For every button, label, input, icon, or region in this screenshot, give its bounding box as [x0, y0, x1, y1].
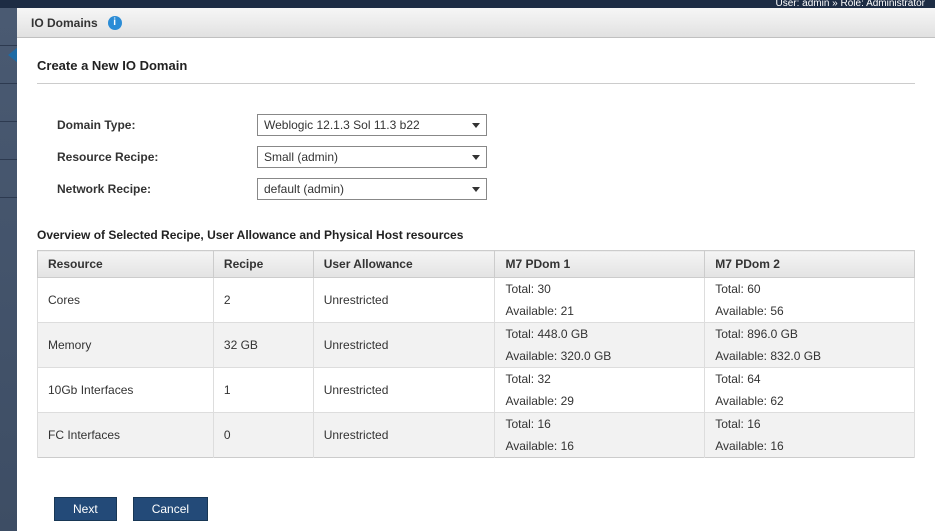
resource-recipe-value: Small (admin): [264, 150, 338, 164]
cell-pdom2-avail: Available: 62: [705, 390, 915, 413]
cancel-button[interactable]: Cancel: [133, 497, 208, 521]
cell-recipe: 2: [213, 278, 313, 323]
table-row: Cores2UnrestrictedTotal: 30Total: 60: [38, 278, 915, 301]
cell-pdom2-total: Total: 16: [705, 413, 915, 436]
page-title: Create a New IO Domain: [37, 58, 915, 84]
cell-recipe: 0: [213, 413, 313, 458]
domain-type-label: Domain Type:: [57, 118, 257, 132]
resource-recipe-label: Resource Recipe:: [57, 150, 257, 164]
cell-resource: Cores: [38, 278, 214, 323]
table-row: Memory32 GBUnrestrictedTotal: 448.0 GBTo…: [38, 323, 915, 346]
network-recipe-label: Network Recipe:: [57, 182, 257, 196]
domain-type-select[interactable]: Weblogic 12.1.3 Sol 11.3 b22: [257, 114, 487, 136]
cell-allowance: Unrestricted: [313, 413, 495, 458]
top-bar-user: User: admin » Role: Administrator: [775, 0, 925, 8]
top-bar: User: admin » Role: Administrator: [0, 0, 935, 8]
domain-type-row: Domain Type: Weblogic 12.1.3 Sol 11.3 b2…: [57, 114, 915, 136]
info-icon[interactable]: i: [108, 16, 122, 30]
next-button[interactable]: Next: [54, 497, 117, 521]
cell-resource: 10Gb Interfaces: [38, 368, 214, 413]
cell-recipe: 32 GB: [213, 323, 313, 368]
overview-header-row: Resource Recipe User Allowance M7 PDom 1…: [38, 251, 915, 278]
network-recipe-select[interactable]: default (admin): [257, 178, 487, 200]
chevron-down-icon: [472, 187, 480, 192]
cell-pdom2-avail: Available: 832.0 GB: [705, 345, 915, 368]
cell-resource: Memory: [38, 323, 214, 368]
left-nav: [0, 8, 17, 531]
col-recipe: Recipe: [213, 251, 313, 278]
left-nav-item[interactable]: [0, 160, 17, 198]
page-header: IO Domains i: [17, 8, 935, 38]
cell-resource: FC Interfaces: [38, 413, 214, 458]
chevron-down-icon: [472, 155, 480, 160]
table-row: 10Gb Interfaces1UnrestrictedTotal: 32Tot…: [38, 368, 915, 391]
network-recipe-row: Network Recipe: default (admin): [57, 178, 915, 200]
table-row: FC Interfaces0UnrestrictedTotal: 16Total…: [38, 413, 915, 436]
cell-allowance: Unrestricted: [313, 278, 495, 323]
content-area: Create a New IO Domain Domain Type: Webl…: [17, 38, 935, 531]
network-recipe-value: default (admin): [264, 182, 344, 196]
left-nav-item[interactable]: [0, 8, 17, 46]
overview-body: Cores2UnrestrictedTotal: 30Total: 60Avai…: [38, 278, 915, 458]
overview-table: Resource Recipe User Allowance M7 PDom 1…: [37, 250, 915, 458]
col-pdom1: M7 PDom 1: [495, 251, 705, 278]
page-header-title: IO Domains: [31, 16, 98, 30]
cell-pdom1-total: Total: 448.0 GB: [495, 323, 705, 346]
form: Domain Type: Weblogic 12.1.3 Sol 11.3 b2…: [37, 114, 915, 200]
left-nav-item[interactable]: [0, 84, 17, 122]
cell-pdom2-avail: Available: 56: [705, 300, 915, 323]
domain-type-value: Weblogic 12.1.3 Sol 11.3 b22: [264, 118, 420, 132]
cell-pdom2-total: Total: 896.0 GB: [705, 323, 915, 346]
col-pdom2: M7 PDom 2: [705, 251, 915, 278]
cell-allowance: Unrestricted: [313, 323, 495, 368]
cell-pdom1-avail: Available: 29: [495, 390, 705, 413]
cell-pdom1-total: Total: 30: [495, 278, 705, 301]
cell-pdom1-avail: Available: 21: [495, 300, 705, 323]
resource-recipe-select[interactable]: Small (admin): [257, 146, 487, 168]
cell-pdom1-total: Total: 16: [495, 413, 705, 436]
cell-recipe: 1: [213, 368, 313, 413]
resource-recipe-row: Resource Recipe: Small (admin): [57, 146, 915, 168]
cell-pdom1-avail: Available: 16: [495, 435, 705, 458]
button-row: Next Cancel: [54, 497, 208, 521]
col-resource: Resource: [38, 251, 214, 278]
chevron-down-icon: [472, 123, 480, 128]
cell-allowance: Unrestricted: [313, 368, 495, 413]
cell-pdom2-total: Total: 60: [705, 278, 915, 301]
cell-pdom1-total: Total: 32: [495, 368, 705, 391]
overview-title: Overview of Selected Recipe, User Allowa…: [37, 228, 915, 242]
cell-pdom2-avail: Available: 16: [705, 435, 915, 458]
left-nav-item[interactable]: [0, 122, 17, 160]
col-allowance: User Allowance: [313, 251, 495, 278]
cell-pdom2-total: Total: 64: [705, 368, 915, 391]
cell-pdom1-avail: Available: 320.0 GB: [495, 345, 705, 368]
